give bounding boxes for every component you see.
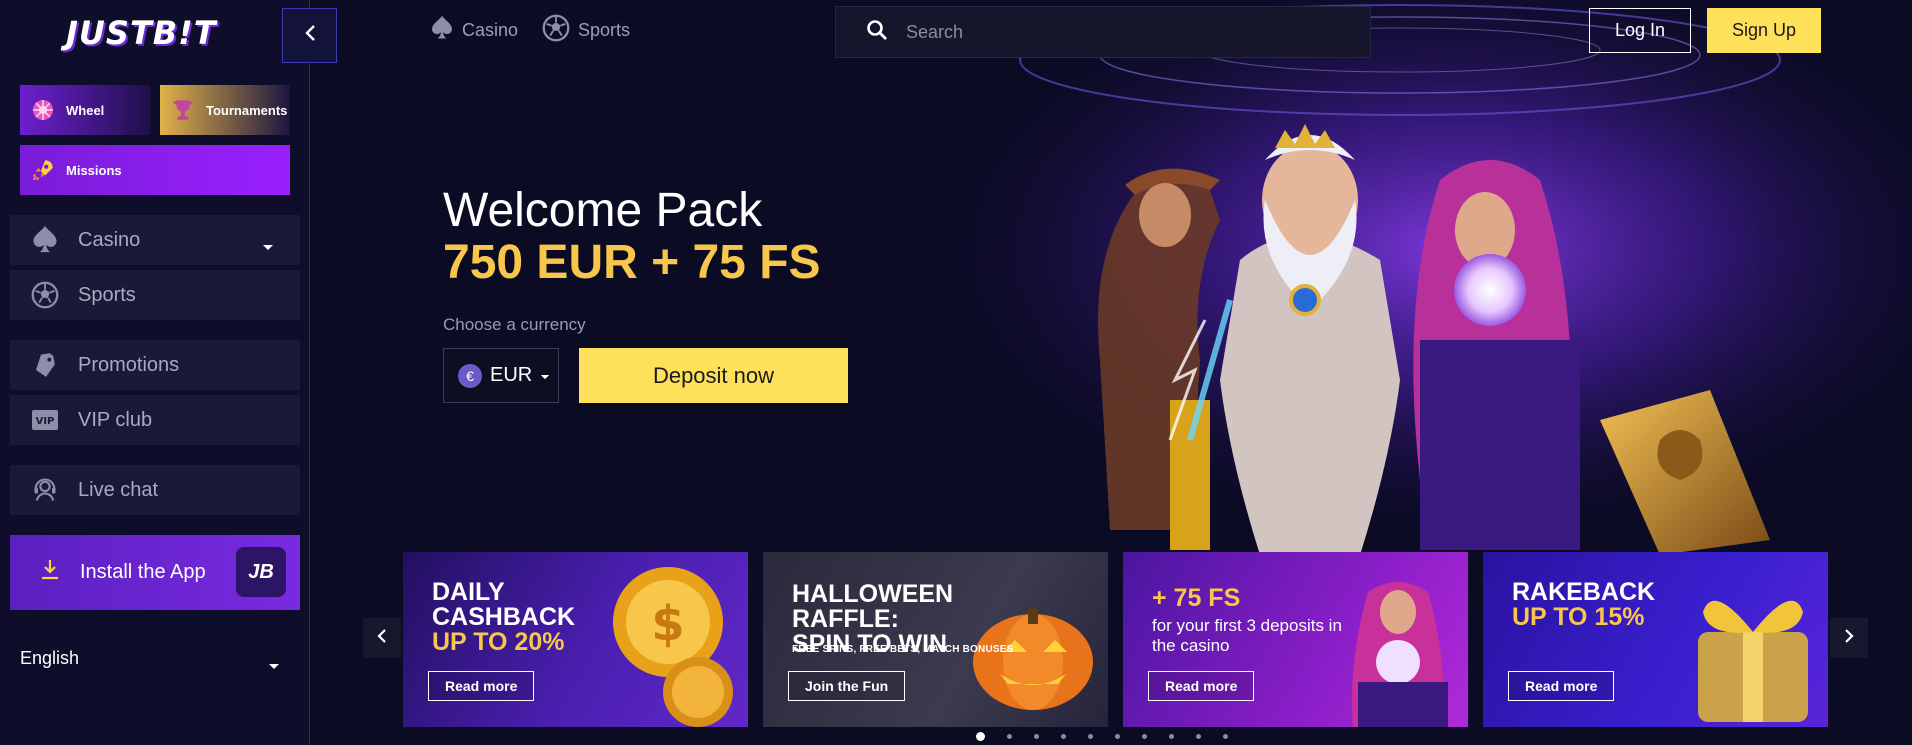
tab-casino[interactable]: Casino bbox=[430, 14, 518, 47]
soccer-ball-icon bbox=[542, 14, 570, 47]
carousel-dot[interactable] bbox=[1115, 734, 1120, 739]
vip-icon: VIP bbox=[30, 405, 60, 435]
spade-icon bbox=[430, 15, 454, 46]
rocket-icon bbox=[30, 157, 56, 183]
card-title: RAKEBACK UP TO 15% bbox=[1512, 580, 1762, 630]
carousel-dot[interactable] bbox=[1034, 734, 1039, 739]
sidebar-item-label: Live chat bbox=[78, 478, 159, 501]
card-title: DAILY CASHBACK UP TO 20% bbox=[432, 580, 682, 655]
search-bar bbox=[835, 6, 1371, 58]
headset-icon bbox=[30, 475, 60, 505]
sidebar-item-label: Sports bbox=[78, 283, 136, 306]
trophy-icon bbox=[170, 97, 196, 123]
carousel-dot[interactable] bbox=[1007, 734, 1012, 739]
carousel-dot[interactable] bbox=[976, 732, 985, 741]
chevron-down-icon bbox=[268, 655, 280, 676]
card-title: + 75 FS bbox=[1152, 584, 1241, 612]
promo-card-rakeback[interactable]: RAKEBACK UP TO 15% Read more bbox=[1483, 552, 1828, 727]
sidebar-item-label: Promotions bbox=[78, 353, 180, 376]
search-icon bbox=[866, 19, 888, 46]
chevron-down-icon bbox=[540, 364, 550, 387]
top-nav: Casino Sports bbox=[430, 14, 630, 47]
signup-button[interactable]: Sign Up bbox=[1707, 8, 1821, 53]
join-the-fun-button[interactable]: Join the Fun bbox=[788, 671, 906, 701]
sidebar-item-sports[interactable]: Sports bbox=[10, 270, 300, 320]
sidebar: JUSTB!T Wheel Tournaments Missions Casin… bbox=[0, 0, 310, 745]
wheel-icon bbox=[30, 97, 56, 123]
sidebar-item-label: Casino bbox=[78, 228, 141, 251]
carousel-dots bbox=[976, 732, 1228, 741]
search-input[interactable] bbox=[906, 21, 1326, 43]
read-more-button[interactable]: Read more bbox=[1148, 671, 1255, 701]
soccer-ball-icon bbox=[30, 280, 60, 310]
carousel-dot[interactable] bbox=[1196, 734, 1201, 739]
sidebar-item-live-chat[interactable]: Live chat bbox=[10, 465, 300, 515]
hero-title: Welcome Pack bbox=[443, 184, 763, 237]
hero-text-block: Welcome Pack 750 EUR + 75 FS bbox=[443, 185, 821, 289]
app-badge-logo: JB bbox=[236, 547, 286, 597]
login-button[interactable]: Log In bbox=[1589, 8, 1691, 53]
card-subtitle: UP TO 20% bbox=[432, 628, 565, 656]
chevron-left-icon bbox=[304, 24, 316, 47]
chevron-right-icon bbox=[1844, 628, 1854, 649]
hero-banner-image bbox=[900, 0, 1912, 555]
download-icon bbox=[40, 559, 60, 587]
promo-card-halloween[interactable]: HALLOWEEN RAFFLE: SPIN TO WIN FREE SPINS… bbox=[763, 552, 1108, 727]
card-subtitle: UP TO 15% bbox=[1512, 603, 1645, 631]
read-more-button[interactable]: Read more bbox=[1508, 671, 1615, 701]
deposit-now-button[interactable]: Deposit now bbox=[579, 348, 848, 403]
card-description: for your first 3 deposits in the casino bbox=[1152, 616, 1342, 656]
sidebar-promo-tournaments[interactable]: Tournaments bbox=[160, 85, 290, 135]
hero-amount: 750 EUR + 75 FS bbox=[443, 235, 821, 289]
carousel-prev-button[interactable] bbox=[363, 618, 401, 658]
tag-icon bbox=[30, 350, 60, 380]
carousel-dot[interactable] bbox=[1088, 734, 1093, 739]
carousel-dot[interactable] bbox=[1061, 734, 1066, 739]
carousel-dot[interactable] bbox=[1169, 734, 1174, 739]
sidebar-promo-wheel[interactable]: Wheel bbox=[20, 85, 150, 135]
language-label: English bbox=[20, 647, 80, 668]
currency-select[interactable]: € EUR bbox=[443, 348, 559, 403]
currency-label: Choose a currency bbox=[443, 315, 586, 334]
euro-icon: € bbox=[458, 363, 482, 388]
install-app-label: Install the App bbox=[80, 561, 206, 583]
sidebar-promo-label: Missions bbox=[66, 162, 122, 178]
sidebar-item-label: VIP club bbox=[78, 408, 153, 431]
language-selector[interactable]: English bbox=[20, 645, 280, 671]
brand-logo[interactable]: JUSTB!T bbox=[66, 14, 217, 52]
sidebar-item-vip-club[interactable]: VIP VIP club bbox=[10, 395, 300, 445]
chevron-left-icon bbox=[377, 628, 387, 649]
carousel-dot[interactable] bbox=[1142, 734, 1147, 739]
carousel-dot[interactable] bbox=[1223, 734, 1228, 739]
svg-text:VIP: VIP bbox=[36, 416, 55, 427]
gift-box-image bbox=[1668, 552, 1828, 727]
carousel-next-button[interactable] bbox=[1830, 618, 1868, 658]
sidebar-item-promotions[interactable]: Promotions bbox=[10, 340, 300, 390]
promo-card-cashback[interactable]: $ DAILY CASHBACK UP TO 20% Read more bbox=[403, 552, 748, 727]
tab-label: Sports bbox=[578, 20, 631, 40]
install-app-button[interactable]: Install the App JB bbox=[10, 535, 300, 610]
sidebar-promo-label: Tournaments bbox=[206, 102, 288, 118]
card-title-text: RAKEBACK bbox=[1512, 578, 1656, 606]
sidebar-item-casino[interactable]: Casino bbox=[10, 215, 300, 265]
spade-icon bbox=[30, 225, 60, 255]
sidebar-promo-missions[interactable]: Missions bbox=[20, 145, 290, 195]
tab-sports[interactable]: Sports bbox=[542, 14, 630, 47]
chevron-down-icon bbox=[262, 235, 274, 258]
tab-label: Casino bbox=[462, 20, 519, 40]
promo-card-free-spins[interactable]: + 75 FS for your first 3 deposits in the… bbox=[1123, 552, 1468, 727]
sidebar-collapse-button[interactable] bbox=[282, 8, 337, 63]
card-small-text: FREE SPINS, FREE BETS, MATCH BONUSES bbox=[792, 644, 1014, 655]
sidebar-promo-label: Wheel bbox=[66, 102, 105, 118]
currency-value: EUR bbox=[490, 364, 533, 386]
read-more-button[interactable]: Read more bbox=[428, 671, 535, 701]
card-title-text: DAILY CASHBACK bbox=[432, 578, 576, 631]
